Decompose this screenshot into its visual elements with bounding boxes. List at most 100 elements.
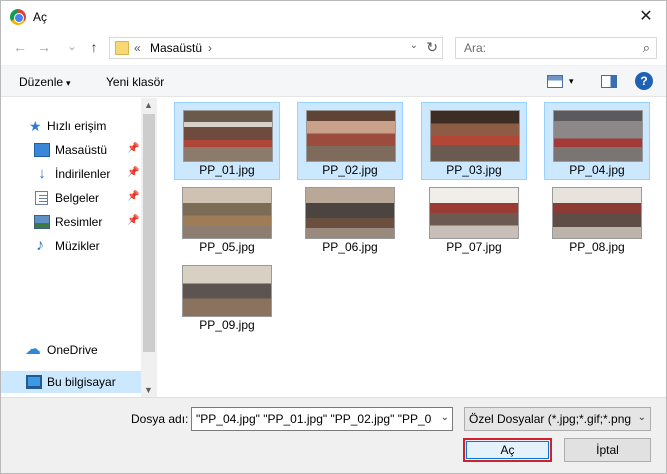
refresh-icon[interactable]: ↻ (426, 39, 438, 56)
search-placeholder: Ara: (464, 41, 487, 55)
organize-button[interactable]: Düzenle ▾ (19, 75, 71, 89)
file-tile[interactable]: PP_03.jpg (421, 102, 527, 180)
sidebar-item-label: Müzikler (55, 239, 100, 253)
address-dropdown-icon[interactable]: ⌄ (410, 40, 418, 51)
file-tile[interactable]: PP_02.jpg (297, 102, 403, 180)
sidebar-item-label: Belgeler (55, 191, 100, 205)
close-icon[interactable]: ✕ (636, 7, 656, 27)
breadcrumb-chevron-icon[interactable]: › (208, 41, 212, 55)
preview-pane-icon[interactable] (601, 75, 617, 88)
sidebar-item-this-pc[interactable]: Bu bilgisayar (1, 371, 141, 393)
dialog-footer: Dosya adı: "PP_04.jpg" "PP_01.jpg" "PP_0… (1, 397, 666, 473)
music-icon: ♪ (36, 237, 44, 254)
file-name: PP_01.jpg (199, 163, 255, 177)
file-name: PP_03.jpg (446, 163, 502, 177)
pictures-icon (34, 215, 50, 229)
filename-value[interactable]: "PP_04.jpg" "PP_01.jpg" "PP_02.jpg" "PP_… (196, 412, 432, 426)
file-type-select[interactable]: Özel Dosyalar (*.jpg;*.gif;*.png; ⌄ (464, 407, 651, 431)
sidebar-item-quick-access[interactable]: ★ Hızlı erişim (1, 115, 141, 137)
file-list: PP_01.jpg PP_02.jpg PP_03.jpg PP_04.jpg … (161, 98, 666, 397)
sidebar-item-label: İndirilenler (55, 167, 111, 181)
filename-field[interactable]: "PP_04.jpg" "PP_01.jpg" "PP_02.jpg" "PP_… (191, 407, 453, 431)
file-name: PP_05.jpg (199, 240, 255, 254)
filename-label: Dosya adı: (131, 412, 189, 426)
file-tile[interactable]: PP_06.jpg (297, 180, 403, 258)
organize-label: Düzenle (19, 75, 64, 89)
pin-icon[interactable]: 📌 (127, 191, 139, 202)
star-icon: ★ (29, 118, 42, 134)
pin-icon[interactable]: 📌 (127, 215, 139, 226)
file-tile[interactable]: PP_09.jpg (174, 258, 280, 336)
desktop-icon (34, 143, 50, 157)
open-button[interactable]: Aç (463, 438, 552, 462)
image-thumbnail (305, 187, 395, 239)
sidebar-item-label: Resimler (55, 215, 103, 229)
chevron-down-icon[interactable]: ⌄ (441, 412, 449, 423)
sidebar-item-label: Bu bilgisayar (47, 375, 116, 389)
address-bar[interactable]: « Masaüstü › ⌄ ↻ (109, 37, 443, 59)
file-tile[interactable]: PP_05.jpg (174, 180, 280, 258)
computer-icon (26, 375, 42, 389)
title-bar: Aç ✕ (1, 1, 666, 33)
sidebar-item-documents[interactable]: Belgeler 📌 (1, 187, 141, 209)
sidebar-item-music[interactable]: ♪ Müzikler (1, 235, 141, 257)
sidebar-item-downloads[interactable]: ↓ İndirilenler 📌 (1, 163, 141, 185)
sidebar-item-label: OneDrive (47, 343, 98, 357)
breadcrumb-desktop[interactable]: Masaüstü (150, 41, 202, 55)
help-icon[interactable]: ? (635, 72, 653, 90)
file-name: PP_09.jpg (199, 318, 255, 332)
cloud-icon: ☁ (25, 341, 41, 358)
new-folder-button[interactable]: Yeni klasör (106, 75, 164, 89)
image-thumbnail (182, 187, 272, 239)
up-arrow-icon[interactable]: ↑ (85, 38, 103, 56)
breadcrumb-overflow[interactable]: « (134, 41, 141, 55)
image-thumbnail (430, 110, 520, 162)
navigation-pane: ★ Hızlı erişim Masaüstü 📌 ↓ İndirilenler… (1, 98, 157, 397)
sidebar-item-onedrive[interactable]: ☁ OneDrive (1, 339, 141, 361)
image-thumbnail (306, 110, 396, 162)
image-thumbnail (552, 187, 642, 239)
view-dropdown-icon[interactable]: ▾ (569, 76, 574, 87)
search-icon[interactable]: ⌕ (643, 40, 650, 56)
pin-icon[interactable]: 📌 (127, 167, 139, 178)
chrome-app-icon (10, 9, 26, 25)
image-thumbnail (429, 187, 519, 239)
scroll-up-icon[interactable]: ▲ (144, 100, 153, 110)
image-thumbnail (182, 265, 272, 317)
forward-arrow-icon[interactable]: → (35, 38, 53, 56)
pin-icon[interactable]: 📌 (127, 143, 139, 154)
documents-icon (35, 191, 48, 205)
file-type-value: Özel Dosyalar (*.jpg;*.gif;*.png; (469, 412, 631, 426)
file-tile[interactable]: PP_07.jpg (421, 180, 527, 258)
sidebar-item-label: Masaüstü (55, 143, 108, 157)
window-title: Aç (33, 10, 48, 24)
sidebar-item-desktop[interactable]: Masaüstü 📌 (1, 139, 141, 161)
navigation-bar: ← → ⌄ ↑ « Masaüstü › ⌄ ↻ Ara: ⌕ (1, 33, 666, 63)
sidebar-item-pictures[interactable]: Resimler 📌 (1, 211, 141, 233)
scrollbar-thumb[interactable] (143, 114, 155, 352)
folder-icon (115, 41, 129, 55)
file-name: PP_08.jpg (569, 240, 625, 254)
file-name: PP_06.jpg (322, 240, 378, 254)
file-name: PP_02.jpg (322, 163, 378, 177)
sidebar-item-label: Hızlı erişim (47, 119, 107, 133)
recent-locations-icon[interactable]: ⌄ (63, 38, 81, 56)
sidebar-scrollbar[interactable]: ▲ ▼ (141, 98, 157, 397)
file-tile[interactable]: PP_01.jpg (174, 102, 280, 180)
open-file-dialog: Aç ✕ ← → ⌄ ↑ « Masaüstü › ⌄ ↻ Ara: ⌕ Düz… (0, 0, 667, 474)
chevron-down-icon[interactable]: ⌄ (638, 412, 646, 423)
file-tile[interactable]: PP_04.jpg (544, 102, 650, 180)
view-options-icon[interactable] (547, 75, 563, 88)
cancel-button[interactable]: İptal (564, 438, 651, 462)
scroll-down-icon[interactable]: ▼ (144, 385, 153, 395)
file-tile[interactable]: PP_08.jpg (544, 180, 650, 258)
file-name: PP_07.jpg (446, 240, 502, 254)
command-bar: Düzenle ▾ Yeni klasör ▾ ? (1, 65, 666, 97)
image-thumbnail (183, 110, 273, 162)
chevron-down-icon: ▾ (66, 78, 71, 88)
image-thumbnail (553, 110, 643, 162)
download-icon: ↓ (38, 165, 46, 182)
file-name: PP_04.jpg (569, 163, 625, 177)
search-input[interactable]: Ara: ⌕ (455, 37, 657, 59)
back-arrow-icon[interactable]: ← (11, 38, 29, 56)
